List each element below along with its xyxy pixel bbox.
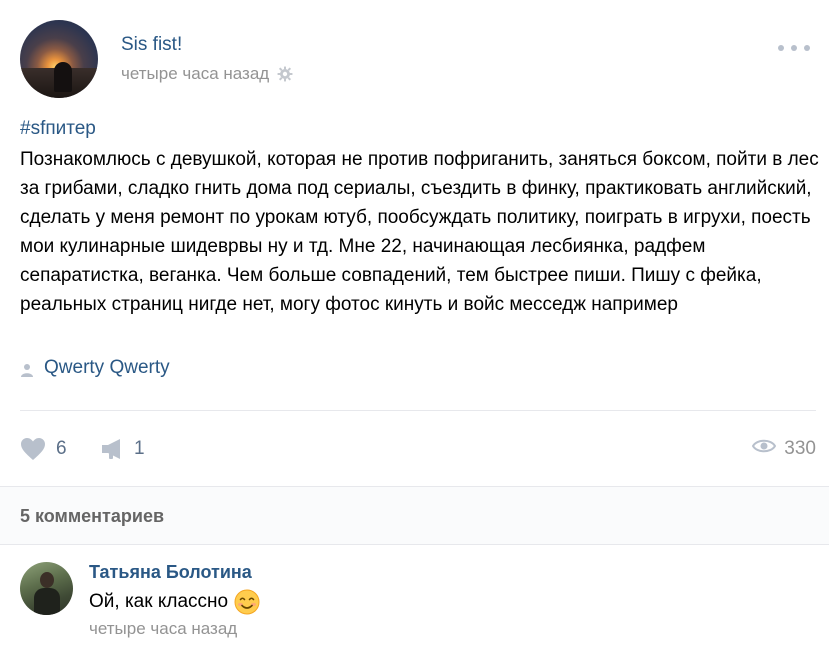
- post-time-text[interactable]: четыре часа назад: [121, 64, 269, 84]
- eye-icon: [752, 438, 777, 460]
- comment-avatar[interactable]: [20, 562, 73, 615]
- share-count: 1: [134, 438, 145, 459]
- like-count: 6: [56, 438, 67, 459]
- author-avatar[interactable]: [20, 20, 98, 98]
- post-text: Познакомлюсь с девушкой, которая не прот…: [20, 149, 819, 315]
- person-icon: [20, 361, 34, 377]
- comments-header: 5 комментариев: [0, 486, 829, 545]
- more-dot: [778, 45, 784, 51]
- views-counter: 330: [752, 433, 816, 465]
- post-actions: 6 1 330: [20, 433, 816, 465]
- share-button[interactable]: 1: [100, 433, 145, 465]
- post-hashtag[interactable]: #sfпитер: [20, 118, 96, 140]
- megaphone-icon: [100, 438, 124, 460]
- comment-time[interactable]: четыре часа назад: [89, 619, 237, 639]
- comment-text: Ой, как классно: [89, 589, 260, 615]
- post-time: четыре часа назад: [121, 64, 293, 84]
- heart-icon: [20, 437, 46, 461]
- post-divider: [20, 410, 816, 411]
- post-signer[interactable]: Qwerty Qwerty: [20, 357, 170, 379]
- signer-name[interactable]: Qwerty Qwerty: [44, 357, 170, 379]
- smiling-face-emoji: [234, 589, 260, 615]
- like-button[interactable]: 6: [20, 433, 67, 465]
- views-count: 330: [784, 438, 816, 459]
- more-dot: [791, 45, 797, 51]
- gear-icon[interactable]: [277, 66, 293, 82]
- author-name[interactable]: Sis fist!: [121, 34, 182, 56]
- avatar-head: [40, 572, 54, 588]
- comments-count[interactable]: 5 комментариев: [20, 506, 164, 527]
- comment-item: Татьяна Болотина Ой, как классно четыре …: [20, 562, 810, 642]
- comment-author[interactable]: Татьяна Болотина: [89, 562, 252, 583]
- avatar-figure: [54, 62, 72, 92]
- post-header: Sis fist! четыре часа назад: [20, 20, 810, 100]
- more-dots-icon[interactable]: [778, 42, 810, 54]
- avatar-body: [34, 588, 60, 615]
- comment-text-content: Ой, как классно: [89, 591, 229, 612]
- more-dot: [804, 45, 810, 51]
